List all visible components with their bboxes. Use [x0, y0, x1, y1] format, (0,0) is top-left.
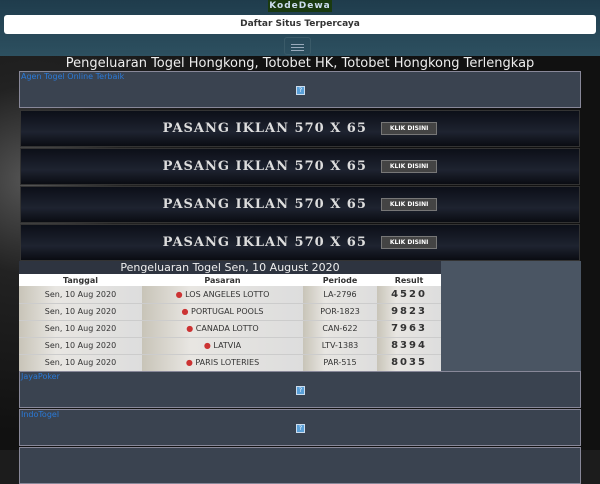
cell-tanggal: Sen, 10 Aug 2020 [19, 286, 142, 304]
logo[interactable]: KodeDewa [268, 0, 332, 12]
table-row: Sen, 10 Aug 2020 ● CANADA LOTTO CAN-622 796… [19, 320, 441, 338]
cell-periode: POR-1823 [303, 303, 377, 321]
cell-tanggal: Sen, 10 Aug 2020 [19, 320, 142, 338]
ad-link[interactable]: IndoTogel [21, 410, 59, 419]
ad-link[interactable]: JayaPoker [21, 372, 60, 381]
cell-tanggal: Sen, 10 Aug 2020 [19, 337, 142, 355]
market-name: LATVIA [213, 341, 242, 350]
ad-box: Agen Togel Online Terbaik? [19, 71, 581, 108]
table-row: Sen, 10 Aug 2020 ● LATVIA LTV-1383 8394 [19, 337, 441, 355]
broken-image-icon[interactable]: ? [296, 86, 305, 95]
cell-pasaran: ● PARIS LOTERIES [142, 354, 303, 372]
ad-banner[interactable]: PASANG IKLAN 570 X 65 KLIK DISINI [20, 110, 580, 147]
ad-link[interactable]: Agen Togel Online Terbaik [21, 72, 124, 81]
cell-periode: LA-2796 [303, 286, 377, 304]
market-name: LOS ANGELES LOTTO [185, 289, 270, 299]
cell-result: 8035 [377, 354, 441, 372]
broken-image-icon[interactable]: ? [296, 386, 305, 395]
market-logo-icon: ● [186, 324, 194, 333]
cell-pasaran: ● LATVIA [142, 337, 303, 355]
cell-periode: CAN-622 [303, 320, 377, 338]
cell-periode: PAR-515 [303, 354, 377, 372]
market-logo-icon: ● [181, 307, 189, 316]
cell-result: 8394 [377, 337, 441, 355]
table-row: Sen, 10 Aug 2020 ● LOS ANGELES LOTTO LA-27… [19, 286, 441, 304]
ad-box: JayaPoker? [19, 371, 581, 408]
cell-tanggal: Sen, 10 Aug 2020 [19, 303, 142, 321]
results-table: Tanggal Pasaran Periode Result Sen, 10 A… [19, 274, 441, 372]
broken-image-icon[interactable]: ? [296, 424, 305, 433]
ad-banner[interactable]: PASANG IKLAN 570 X 65 KLIK DISINI [20, 148, 580, 185]
nav-link-daftar-situs[interactable]: Daftar Situs Terpercaya [4, 15, 596, 34]
cell-periode: LTV-1383 [303, 337, 377, 355]
cell-tanggal: Sen, 10 Aug 2020 [19, 354, 142, 372]
banner-text: PASANG IKLAN 570 X 65 [162, 235, 367, 250]
col-tanggal: Tanggal [19, 274, 142, 286]
market-name: PARIS LOTERIES [195, 358, 260, 367]
market-name: CANADA LOTTO [195, 324, 259, 333]
table-row: Sen, 10 Aug 2020 ● PORTUGAL POOLS POR-1823… [19, 303, 441, 321]
header: KodeDewa Daftar Situs Terpercaya [0, 0, 600, 56]
ad-banner[interactable]: PASANG IKLAN 570 X 65 KLIK DISINI [20, 186, 580, 223]
banner-button[interactable]: KLIK DISINI [380, 236, 438, 249]
results-title: Pengeluaran Togel Sen, 10 August 2020 [19, 261, 441, 274]
cell-result: 4520 [377, 286, 441, 304]
cell-result: 9823 [377, 303, 441, 321]
banner-text: PASANG IKLAN 570 X 65 [162, 121, 367, 136]
cell-result: 7963 [377, 320, 441, 338]
col-pasaran: Pasaran [142, 274, 303, 286]
banner-text: PASANG IKLAN 570 X 65 [162, 197, 367, 212]
banner-text: PASANG IKLAN 570 X 65 [162, 159, 367, 174]
table-row: Sen, 10 Aug 2020 ● PARIS LOTERIES PAR-515 8… [19, 354, 441, 372]
banner-button[interactable]: KLIK DISINI [380, 122, 438, 135]
market-logo-icon: ● [203, 341, 211, 350]
ad-banner[interactable]: PASANG IKLAN 570 X 65 KLIK DISINI [20, 224, 580, 261]
market-name: PORTUGAL POOLS [191, 307, 264, 316]
cell-pasaran: ● LOS ANGELES LOTTO [142, 286, 303, 304]
col-result: Result [377, 274, 441, 286]
cell-pasaran: ● CANADA LOTTO [142, 320, 303, 338]
col-periode: Periode [303, 274, 377, 286]
cell-pasaran: ● PORTUGAL POOLS [142, 303, 303, 321]
ad-box: IndoTogel? [19, 409, 581, 446]
market-logo-icon: ● [185, 358, 193, 367]
hamburger-menu-icon[interactable] [284, 37, 311, 55]
banner-button[interactable]: KLIK DISINI [380, 160, 438, 173]
ad-box [19, 447, 581, 484]
banner-button[interactable]: KLIK DISINI [380, 198, 438, 211]
page-title: Pengeluaran Togel Hongkong, Totobet HK, … [65, 56, 535, 71]
market-logo-icon: ● [175, 289, 183, 299]
